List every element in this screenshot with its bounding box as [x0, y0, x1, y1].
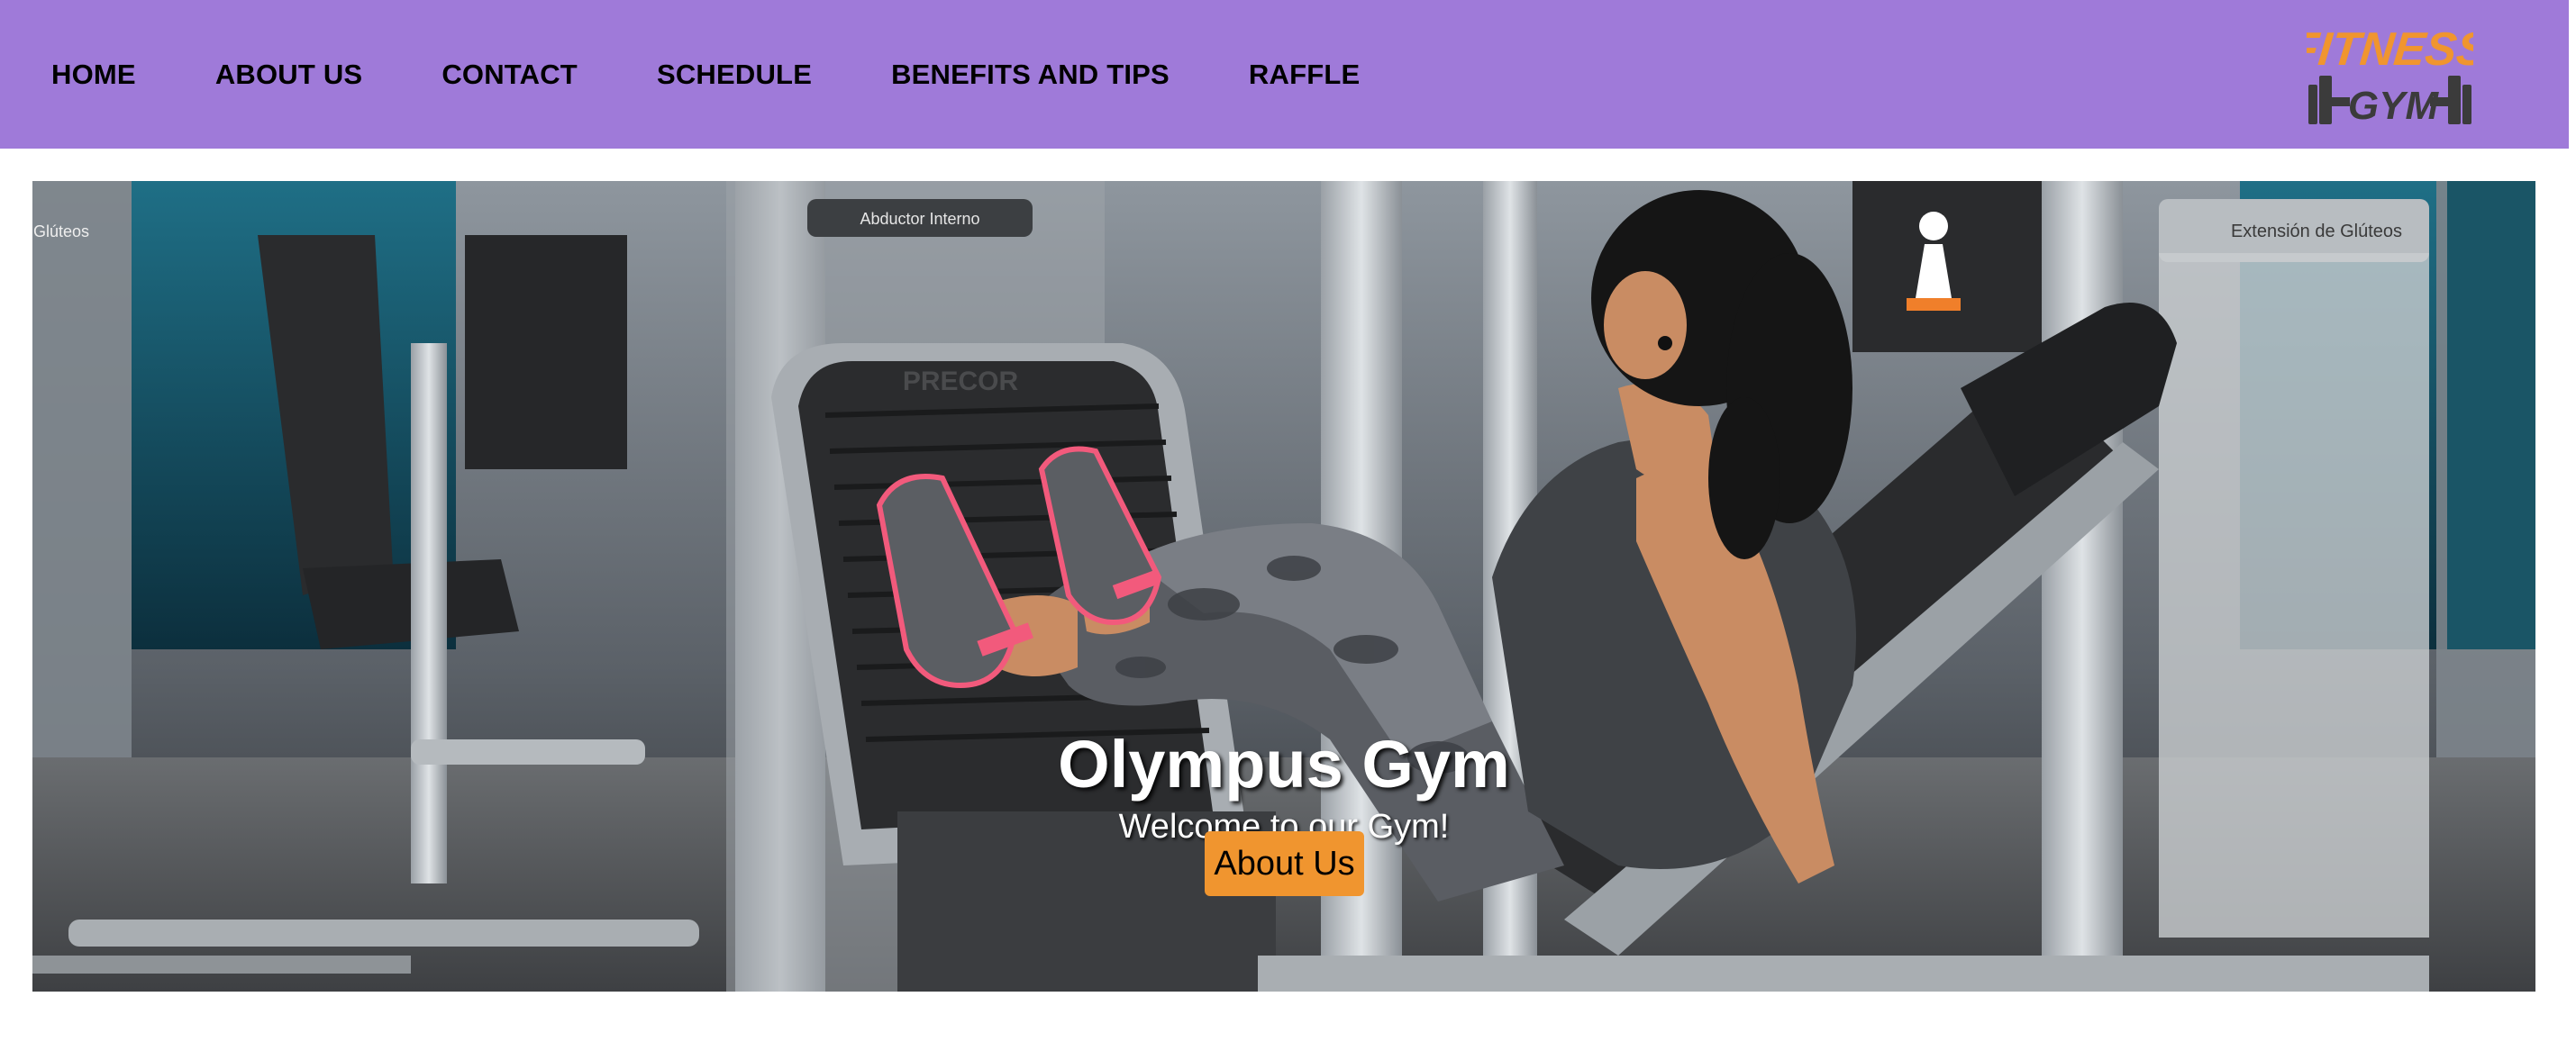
nav-about-us-link[interactable]: ABOUT US: [215, 59, 363, 91]
logo-text-gym: GYM: [2348, 84, 2440, 124]
nav-contact-link[interactable]: CONTACT: [441, 59, 578, 91]
sign-gluteos: Glúteos: [33, 222, 89, 240]
hero-banner: Abductor Interno PRECOR Extensión de Glú…: [32, 181, 2535, 992]
nav-benefits-and-tips-link[interactable]: BENEFITS AND TIPS: [891, 59, 1170, 91]
about-us-button[interactable]: About Us: [1205, 831, 1364, 896]
sign-precor-brand: PRECOR: [903, 367, 1019, 396]
hero-title: Olympus Gym: [1058, 726, 1510, 802]
main-nav: HOME ABOUT US CONTACT SCHEDULE BENEFITS …: [51, 59, 1439, 91]
nav-raffle-link[interactable]: RAFFLE: [1249, 59, 1360, 91]
logo-graphic: FITNESS GYM: [2288, 23, 2491, 128]
top-navbar: HOME ABOUT US CONTACT SCHEDULE BENEFITS …: [0, 0, 2569, 149]
sign-abductor-interno: Abductor Interno: [860, 210, 979, 228]
nav-schedule-link[interactable]: SCHEDULE: [657, 59, 812, 91]
fitness-gym-logo[interactable]: FITNESS GYM: [2288, 18, 2491, 128]
logo-text-fitness: FITNESS: [2307, 23, 2473, 76]
nav-home-link[interactable]: HOME: [51, 59, 136, 91]
sign-extension-gluteos: Extensión de Glúteos: [2231, 222, 2402, 241]
